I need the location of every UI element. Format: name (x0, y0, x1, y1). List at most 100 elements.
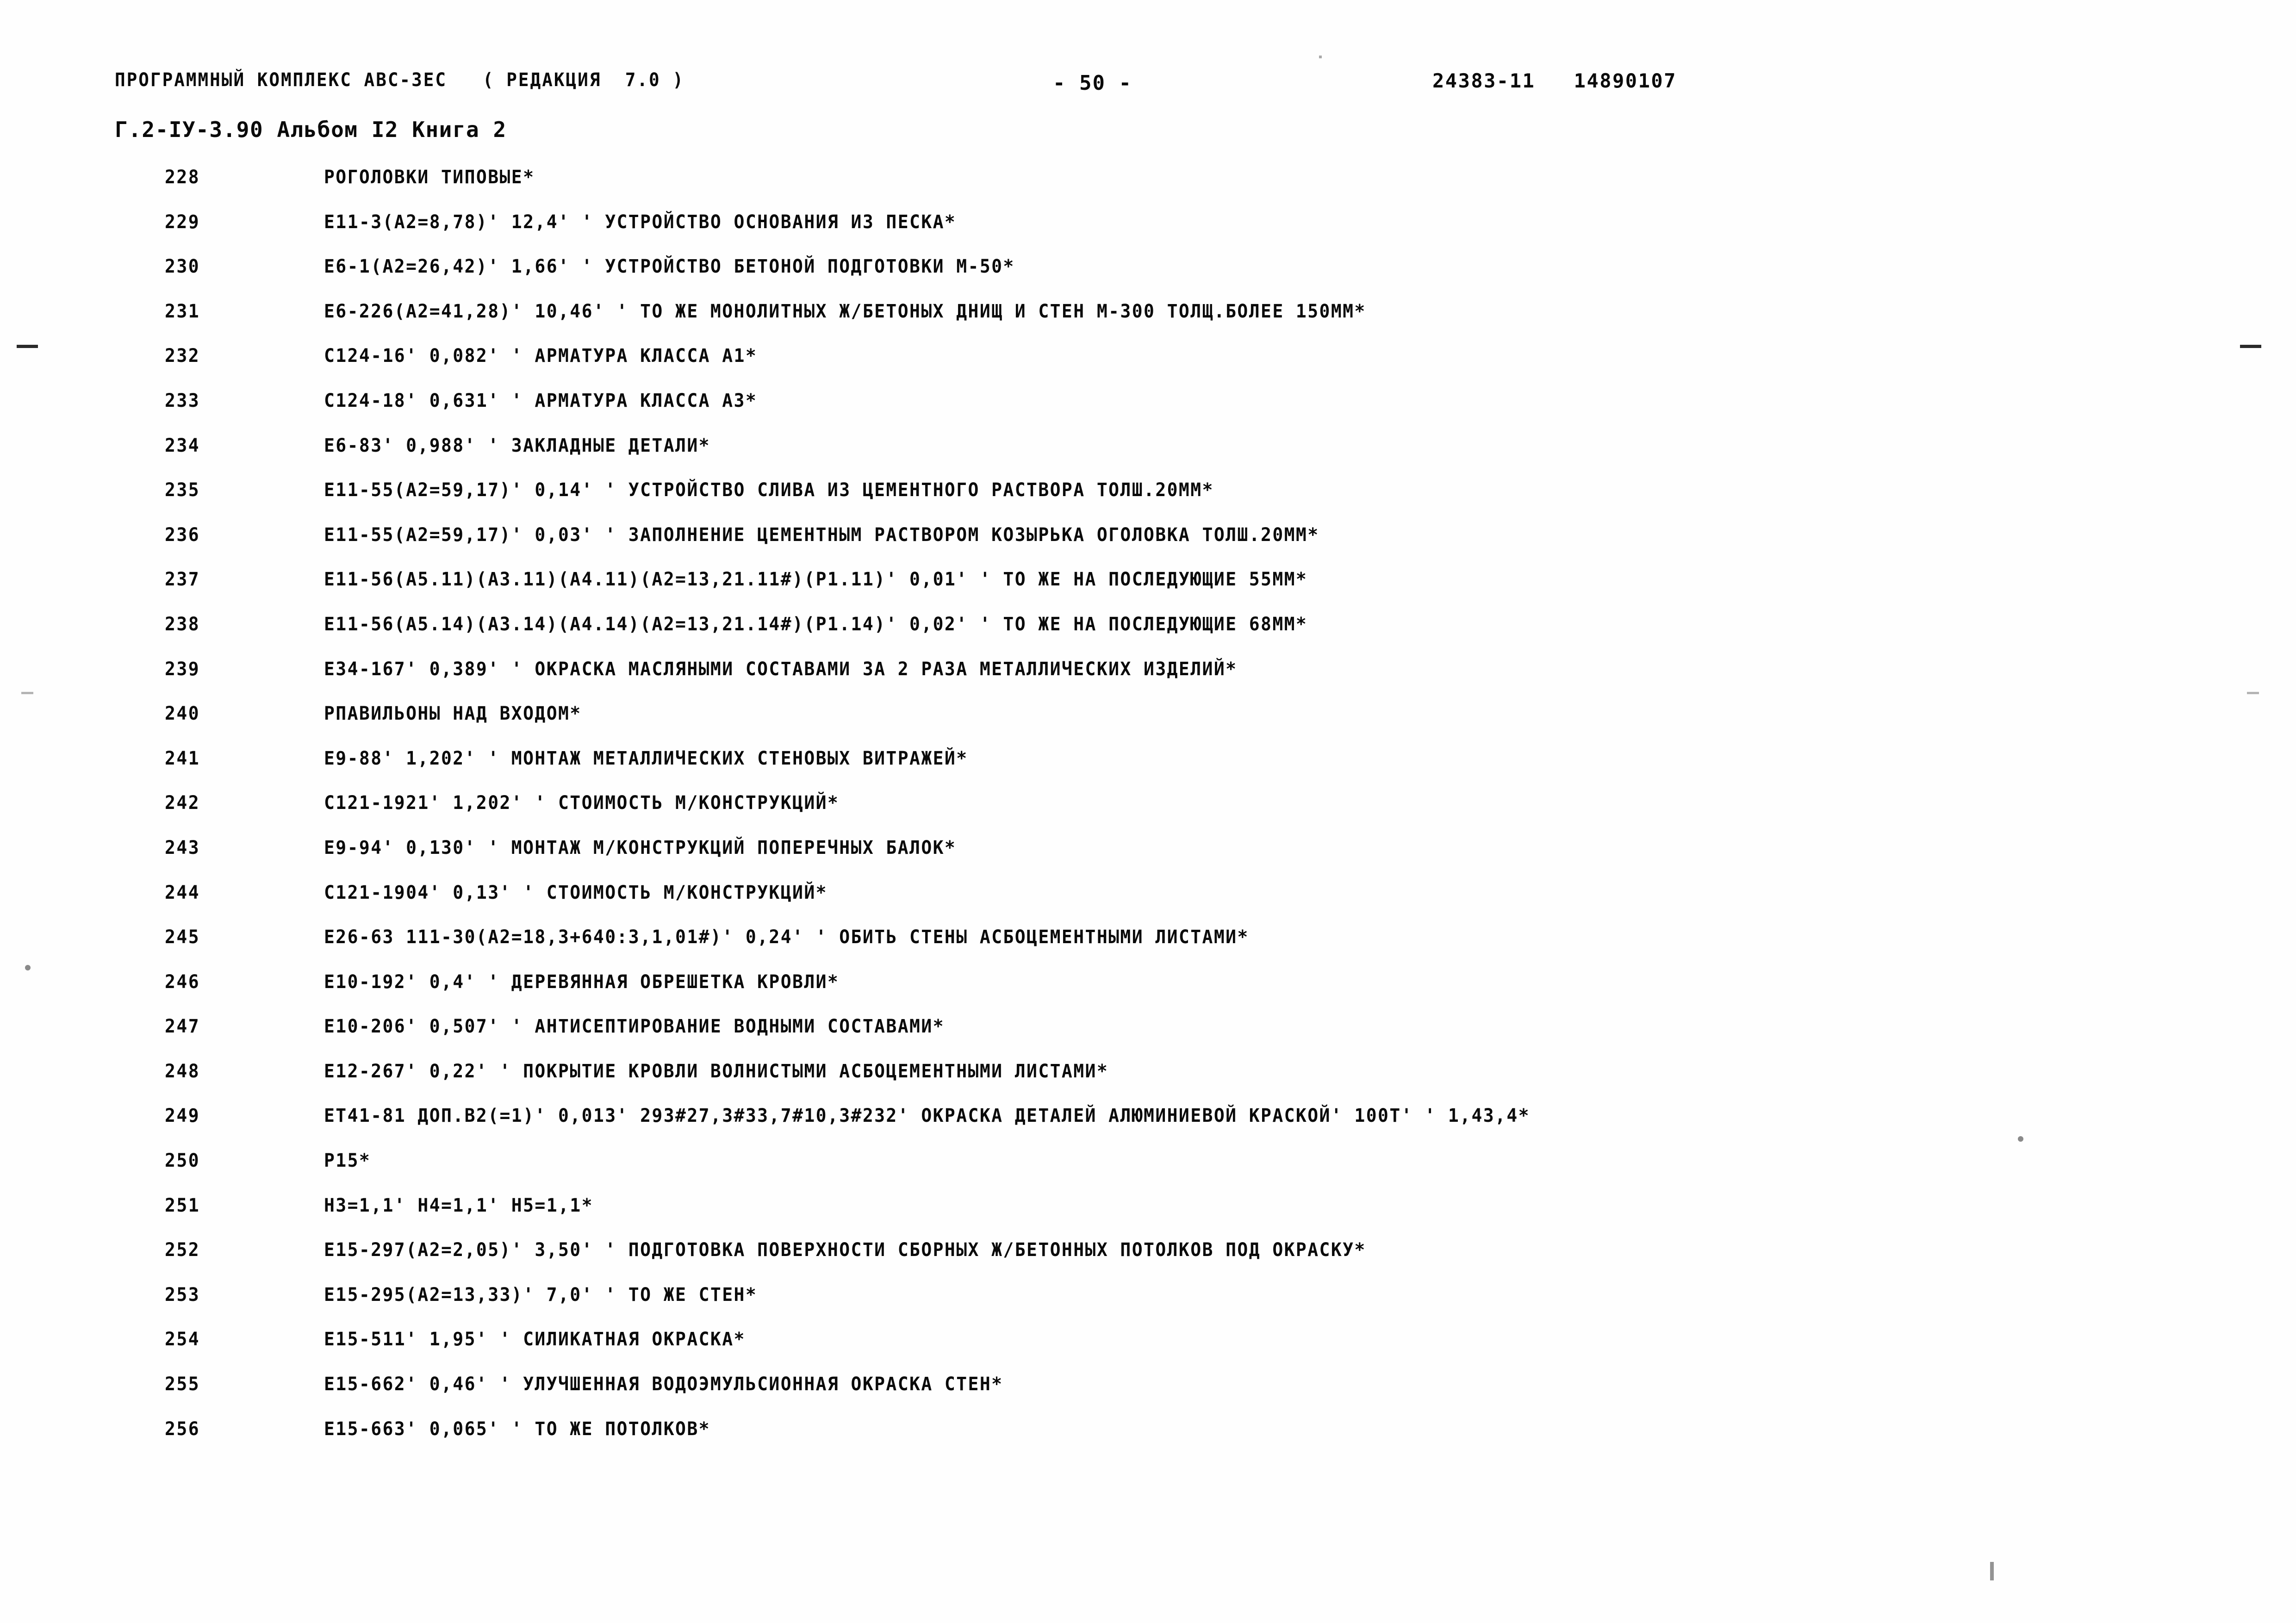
line-text: Е11-56(А5.11)(А3.11)(А4.11)(А2=13,21.11#… (324, 569, 1308, 591)
line-text: С121-1904' 0,13' ' СТОИМОСТЬ М/КОНСТРУКЦ… (324, 882, 828, 903)
program-title: ПРОГРАММНЫЙ КОМПЛЕКС АВС-3ЕС ( РЕДАКЦИЯ … (115, 69, 684, 91)
listing-body: 228 РОГОЛОВКИ ТИПОВЫЕ* 229 Е11-3(А2=8,78)' … (0, 167, 2296, 1463)
scan-speck-left (25, 965, 31, 970)
listing-row: 234 Е6-83' 0,988' ' ЗАКЛАДНЫЕ ДЕТАЛИ* (0, 435, 2296, 480)
line-text: Е9-94' 0,130' ' МОНТАЖ М/КОНСТРУКЦИЙ ПОП… (324, 837, 957, 858)
line-number: 241 (165, 747, 200, 769)
listing-row: 252 Е15-297(А2=2,05)' 3,50' ' ПОДГОТОВКА … (0, 1239, 2296, 1284)
line-number: 232 (165, 345, 200, 367)
line-text: С124-18' 0,631' ' АРМАТУРА КЛАССА А3* (324, 390, 758, 411)
line-number: 245 (165, 927, 200, 948)
line-number: 247 (165, 1016, 200, 1038)
line-number: 237 (165, 569, 200, 591)
listing-row: 232 С124-16' 0,082' ' АРМАТУРА КЛАССА А1* (0, 345, 2296, 390)
listing-row: 247 Е10-206' 0,507' ' АНТИСЕПТИРОВАНИЕ ВО… (0, 1016, 2296, 1061)
line-text: Е11-3(А2=8,78)' 12,4' ' УСТРОЙСТВО ОСНОВ… (324, 211, 957, 233)
line-text: Е15-663' 0,065' ' ТО ЖЕ ПОТОЛКОВ* (324, 1418, 710, 1440)
listing-row: 240 РПАВИЛЬОНЫ НАД ВХОДОМ* (0, 703, 2296, 748)
listing-row: 228 РОГОЛОВКИ ТИПОВЫЕ* (0, 167, 2296, 211)
scan-artifact-left-upper (21, 692, 33, 694)
line-number: 255 (165, 1374, 200, 1395)
listing-row: 236 Е11-55(А2=59,17)' 0,03' ' ЗАПОЛНЕНИЕ … (0, 524, 2296, 569)
listing-row: 250 Р15* (0, 1150, 2296, 1195)
document-page: ПРОГРАММНЫЙ КОМПЛЕКС АВС-3ЕС ( РЕДАКЦИЯ … (0, 0, 2296, 1623)
document-codes: 24383-11 14890107 (1432, 69, 1677, 92)
job-code: 14890107 (1574, 69, 1677, 92)
listing-row: 249 ЕТ41-81 ДОП.В2(=1)' 0,013' 293#27,3#3… (0, 1105, 2296, 1150)
line-text: С121-1921' 1,202' ' СТОИМОСТЬ М/КОНСТРУК… (324, 792, 840, 814)
line-number: 252 (165, 1239, 200, 1261)
listing-row: 245 Е26-63 111-30(А2=18,3+640:3,1,01#)' 0… (0, 927, 2296, 971)
line-text: Е6-226(А2=41,28)' 10,46' ' ТО ЖЕ МОНОЛИТ… (324, 300, 1366, 322)
line-text: Р15* (324, 1150, 371, 1172)
line-text: Е10-192' 0,4' ' ДЕРЕВЯННАЯ ОБРЕШЕТКА КРО… (324, 971, 840, 993)
line-text: Е6-83' 0,988' ' ЗАКЛАДНЫЕ ДЕТАЛИ* (324, 435, 710, 456)
line-text: Е12-267' 0,22' ' ПОКРЫТИЕ КРОВЛИ ВОЛНИСТ… (324, 1060, 1109, 1082)
line-number: 250 (165, 1150, 200, 1172)
line-number: 249 (165, 1105, 200, 1127)
listing-row: 248 Е12-267' 0,22' ' ПОКРЫТИЕ КРОВЛИ ВОЛН… (0, 1061, 2296, 1106)
listing-row: 241 Е9-88' 1,202' ' МОНТАЖ МЕТАЛЛИЧЕСКИХ … (0, 748, 2296, 793)
line-text: Е10-206' 0,507' ' АНТИСЕПТИРОВАНИЕ ВОДНЫ… (324, 1016, 945, 1038)
line-number: 231 (165, 300, 200, 322)
listing-row: 238 Е11-56(А5.14)(А3.14)(А4.14)(А2=13,21.… (0, 614, 2296, 659)
listing-row: 237 Е11-56(А5.11)(А3.11)(А4.11)(А2=13,21.… (0, 569, 2296, 614)
scan-artifact-right-upper (2247, 692, 2259, 694)
line-text: Н3=1,1' Н4=1,1' Н5=1,1* (324, 1194, 593, 1216)
line-text: ЕТ41-81 ДОП.В2(=1)' 0,013' 293#27,3#33,7… (324, 1105, 1530, 1127)
line-number: 243 (165, 837, 200, 858)
listing-row: 251 Н3=1,1' Н4=1,1' Н5=1,1* (0, 1195, 2296, 1240)
line-text: Е15-297(А2=2,05)' 3,50' ' ПОДГОТОВКА ПОВ… (324, 1239, 1366, 1261)
line-text: Е6-1(А2=26,42)' 1,66' ' УСТРОЙСТВО БЕТОН… (324, 256, 1015, 278)
line-text: Е15-511' 1,95' ' СИЛИКАТНАЯ ОКРАСКА* (324, 1329, 746, 1350)
line-text: Е34-167' 0,389' ' ОКРАСКА МАСЛЯНЫМИ СОСТ… (324, 658, 1238, 680)
listing-row: 229 Е11-3(А2=8,78)' 12,4' ' УСТРОЙСТВО ОС… (0, 211, 2296, 256)
line-text: С124-16' 0,082' ' АРМАТУРА КЛАССА А1* (324, 345, 758, 367)
line-number: 246 (165, 971, 200, 993)
listing-row: 242 С121-1921' 1,202' ' СТОИМОСТЬ М/КОНСТ… (0, 792, 2296, 837)
line-number: 242 (165, 792, 200, 814)
page-edge-mark-left (17, 345, 38, 348)
line-number: 251 (165, 1194, 200, 1216)
line-text: Е11-56(А5.14)(А3.14)(А4.14)(А2=13,21.14#… (324, 613, 1308, 635)
listing-row: 243 Е9-94' 0,130' ' МОНТАЖ М/КОНСТРУКЦИЙ … (0, 837, 2296, 882)
line-text: Е26-63 111-30(А2=18,3+640:3,1,01#)' 0,24… (324, 927, 1249, 948)
line-number: 238 (165, 613, 200, 635)
listing-row: 231 Е6-226(А2=41,28)' 10,46' ' ТО ЖЕ МОНО… (0, 301, 2296, 346)
line-text: Е15-295(А2=13,33)' 7,0' ' ТО ЖЕ СТЕН* (324, 1284, 758, 1306)
line-number: 240 (165, 703, 200, 725)
line-number: 230 (165, 256, 200, 278)
listing-row: 254 Е15-511' 1,95' ' СИЛИКАТНАЯ ОКРАСКА* (0, 1329, 2296, 1374)
line-text: Е11-55(А2=59,17)' 0,14' ' УСТРОЙСТВО СЛИ… (324, 479, 1214, 501)
page-edge-mark-right (2240, 345, 2261, 348)
line-text: РПАВИЛЬОНЫ НАД ВХОДОМ* (324, 703, 582, 725)
listing-row: 246 Е10-192' 0,4' ' ДЕРЕВЯННАЯ ОБРЕШЕТКА … (0, 971, 2296, 1016)
line-text: Е15-662' 0,46' ' УЛУЧШЕННАЯ ВОДОЭМУЛЬСИО… (324, 1374, 1003, 1395)
line-text: РОГОЛОВКИ ТИПОВЫЕ* (324, 167, 535, 188)
listing-row: 253 Е15-295(А2=13,33)' 7,0' ' ТО ЖЕ СТЕН* (0, 1284, 2296, 1329)
line-number: 239 (165, 658, 200, 680)
listing-row: 244 С121-1904' 0,13' ' СТОИМОСТЬ М/КОНСТР… (0, 882, 2296, 927)
scan-speck-bottom-right (1990, 1562, 1994, 1580)
line-number: 236 (165, 524, 200, 546)
listing-row: 230 Е6-1(А2=26,42)' 1,66' ' УСТРОЙСТВО БЕ… (0, 256, 2296, 301)
listing-row: 255 Е15-662' 0,46' ' УЛУЧШЕННАЯ ВОДОЭМУЛЬ… (0, 1374, 2296, 1418)
listing-row: 233 С124-18' 0,631' ' АРМАТУРА КЛАССА А3* (0, 390, 2296, 435)
line-text: Е11-55(А2=59,17)' 0,03' ' ЗАПОЛНЕНИЕ ЦЕМ… (324, 524, 1319, 546)
scan-speck-top (1319, 56, 1322, 58)
listing-row: 239 Е34-167' 0,389' ' ОКРАСКА МАСЛЯНЫМИ С… (0, 659, 2296, 703)
line-number: 256 (165, 1418, 200, 1440)
album-subtitle: Г.2-ІУ-3.90 Альбом І2 Книга 2 (115, 117, 507, 142)
line-number: 233 (165, 390, 200, 411)
listing-row: 256 Е15-663' 0,065' ' ТО ЖЕ ПОТОЛКОВ* (0, 1418, 2296, 1463)
line-number: 244 (165, 882, 200, 903)
line-number: 235 (165, 479, 200, 501)
page-header: ПРОГРАММНЫЙ КОМПЛЕКС АВС-3ЕС ( РЕДАКЦИЯ … (0, 69, 2296, 102)
line-number: 254 (165, 1329, 200, 1350)
line-number: 253 (165, 1284, 200, 1306)
doc-code: 24383-11 (1432, 69, 1536, 92)
line-number: 228 (165, 167, 200, 188)
page-number: - 50 - (1053, 71, 1132, 95)
listing-row: 235 Е11-55(А2=59,17)' 0,14' ' УСТРОЙСТВО … (0, 479, 2296, 524)
line-number: 234 (165, 435, 200, 456)
